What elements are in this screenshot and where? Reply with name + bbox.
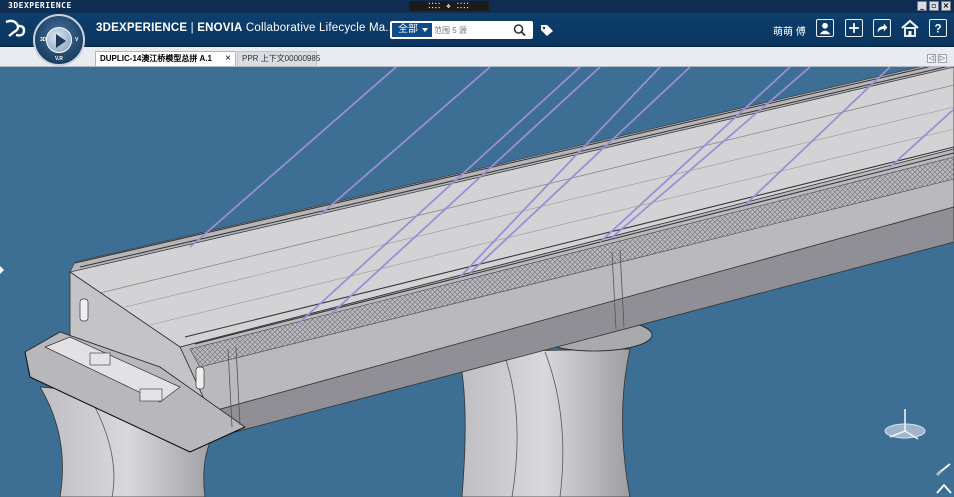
search-scope-label: 全部 [398, 24, 418, 35]
chevron-down-icon [422, 28, 428, 32]
svg-text:?: ? [934, 23, 941, 35]
search-input[interactable] [434, 23, 508, 37]
tab-active-document[interactable]: DUPLIC-14澳江桥模型总拼 A.1 × [95, 51, 236, 66]
home-icon[interactable] [901, 19, 919, 37]
window-titlebar: 3DEXPERIENCE ⁚⁚⁚⁚ ✥ ⁚⁚⁚⁚ _ ▫ × [0, 0, 954, 13]
product-name: 3DEXPERIENCE [96, 22, 188, 34]
user-icon[interactable] [816, 19, 834, 37]
document-tab-strip: DUPLIC-14澳江桥模型总拼 A.1 × PPR 上下文00000985 ◁… [0, 47, 954, 67]
ds-logo-icon[interactable] [3, 18, 27, 40]
add-icon[interactable] [845, 19, 863, 37]
app-name: ENOVIA [197, 22, 243, 34]
close-icon[interactable]: × [225, 52, 231, 66]
search-box: 全部 [390, 21, 533, 39]
tag-icon[interactable] [540, 24, 554, 37]
tab-prev-button[interactable]: ◁ [927, 54, 936, 63]
restore-button[interactable]: ▫ [929, 1, 939, 11]
play-icon [56, 34, 66, 48]
compass-v-label[interactable]: V [75, 37, 78, 43]
window-title: 3DEXPERIENCE [8, 1, 72, 10]
minimize-button[interactable]: _ [917, 1, 927, 11]
tab-ppr-context[interactable]: PPR 上下文00000985 [237, 51, 321, 66]
search-icon[interactable] [512, 23, 528, 37]
compass-icon[interactable]: 3D V V.R [33, 14, 85, 66]
help-icon[interactable]: ? [929, 19, 947, 37]
compass-play-button[interactable] [46, 27, 72, 53]
3d-viewport[interactable] [0, 67, 954, 497]
search-scope-dropdown[interactable]: 全部 [392, 23, 432, 37]
bridge-model[interactable] [0, 67, 954, 497]
app-subtitle: Collaborative Lifecycle Ma... [242, 22, 396, 34]
app-title: 3DEXPERIENCE | ENOVIA Collaborative Life… [96, 22, 396, 34]
share-icon[interactable] [873, 19, 891, 37]
close-window-button[interactable]: × [941, 1, 951, 11]
user-name[interactable]: 萌萌 傅 [773, 23, 806, 38]
tab-label: DUPLIC-14澳江桥模型总拼 A.1 [100, 54, 213, 63]
window-drag-grip[interactable]: ⁚⁚⁚⁚ ✥ ⁚⁚⁚⁚ [409, 1, 489, 11]
compass-vr-label[interactable]: V.R [55, 56, 63, 62]
tab-label: PPR 上下文00000985 [242, 54, 321, 63]
brand-separator: | [187, 22, 198, 34]
tab-next-button[interactable]: ▷ [938, 54, 947, 63]
